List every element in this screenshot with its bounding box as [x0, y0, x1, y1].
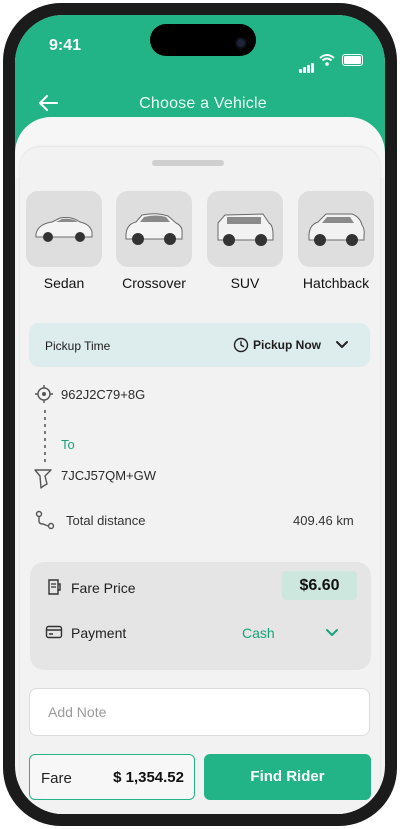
destination-flag-icon	[34, 469, 52, 489]
vehicle-option-sedan[interactable]: Sedan	[26, 191, 102, 291]
credit-card-icon	[45, 625, 63, 639]
vehicle-label: Crossover	[122, 275, 186, 291]
signal-icon	[299, 55, 315, 73]
total-distance-label: Total distance	[66, 513, 146, 528]
route-distance-icon	[35, 510, 55, 530]
origin-address: 962J2C79+8G	[61, 387, 146, 402]
fare-total-box[interactable]: Fare $ 1,354.52	[29, 754, 195, 800]
vehicle-label: Sedan	[43, 275, 85, 291]
chevron-down-icon[interactable]	[335, 337, 349, 351]
fare-price-value: $6.60	[282, 571, 357, 600]
chevron-down-icon[interactable]	[325, 627, 339, 639]
sedan-car-icon	[26, 191, 102, 267]
route-dotted-line	[44, 410, 46, 462]
vehicle-option-suv[interactable]: SUV	[207, 191, 283, 291]
fare-total-label: Fare	[41, 770, 72, 787]
pickup-time-selector[interactable]: Pickup Time Pickup Now	[29, 323, 370, 367]
pickup-time-value: Pickup Now	[253, 338, 322, 352]
fare-receipt-icon	[48, 579, 61, 595]
vehicle-option-crossover[interactable]: Crossover	[116, 191, 192, 291]
crossover-car-icon	[116, 191, 192, 267]
status-time: 9:41	[49, 37, 82, 54]
pickup-time-label: Pickup Time	[45, 339, 111, 353]
fare-total-value: $ 1,354.52	[113, 769, 184, 786]
sheet-handle[interactable]	[152, 160, 224, 166]
add-note-input[interactable]	[29, 688, 370, 736]
page-title: Choose a Vehicle	[139, 95, 267, 112]
suv-car-icon	[207, 191, 283, 267]
payment-method-select[interactable]: Cash	[242, 625, 275, 641]
vehicle-label: SUV	[230, 275, 260, 291]
origin-location-icon	[35, 385, 53, 403]
battery-icon	[342, 54, 363, 66]
vehicle-label: Hatchback	[302, 275, 370, 291]
hatchback-car-icon	[298, 191, 374, 267]
route-to-label: To	[61, 437, 75, 452]
fare-price-label: Fare Price	[71, 580, 136, 596]
find-rider-button[interactable]: Find Rider	[204, 754, 371, 800]
vehicle-option-hatchback[interactable]: Hatchback	[298, 191, 374, 291]
total-distance-value: 409.46 km	[293, 513, 354, 528]
destination-address: 7JCJ57QM+GW	[61, 468, 156, 483]
camera-icon	[235, 37, 247, 49]
wifi-icon	[319, 54, 335, 66]
payment-label: Payment	[71, 625, 127, 641]
clock-icon	[233, 337, 249, 353]
